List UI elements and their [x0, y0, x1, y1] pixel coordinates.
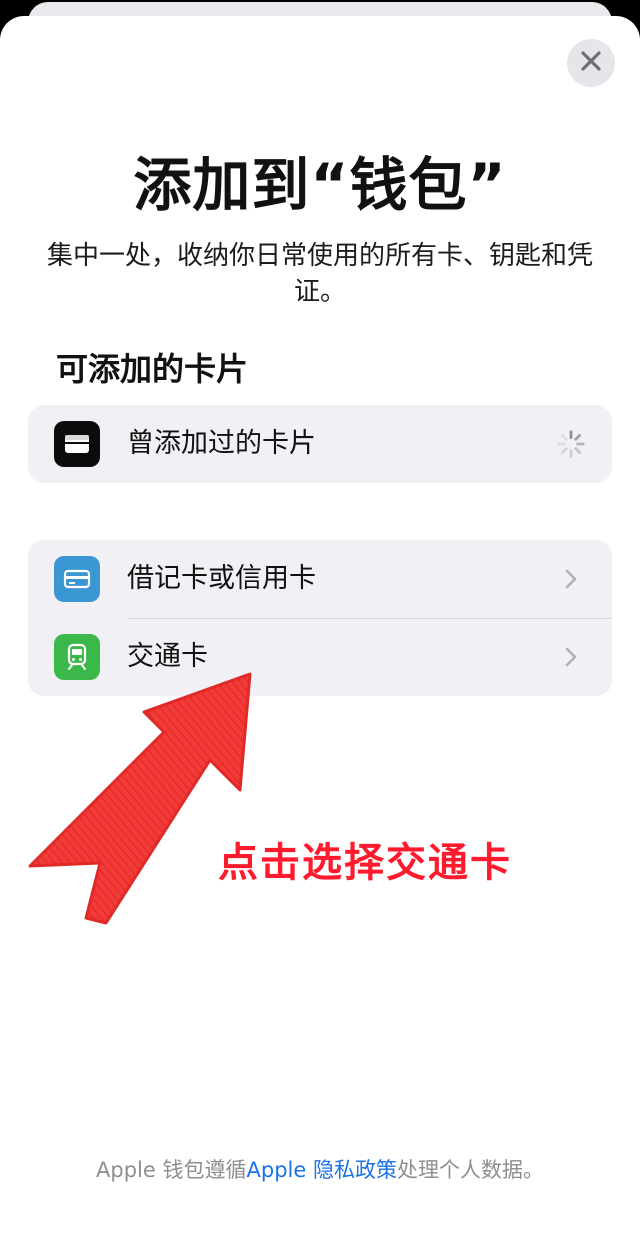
close-button[interactable]	[567, 39, 615, 87]
previous-cards-row[interactable]: 曾添加过的卡片	[28, 405, 612, 483]
footer-prefix: Apple 钱包遵循	[96, 1158, 247, 1182]
loading-spinner-icon	[556, 429, 586, 459]
wallet-icon	[54, 421, 100, 467]
credit-card-icon	[54, 556, 100, 602]
debit-credit-card-row[interactable]: 借记卡或信用卡	[28, 540, 612, 619]
debit-credit-card-label: 借记卡或信用卡	[127, 563, 316, 594]
previous-cards-label: 曾添加过的卡片	[127, 428, 316, 459]
privacy-footer: Apple 钱包遵循Apple 隐私政策处理个人数据。	[0, 1154, 640, 1184]
annotation-arrow-icon	[24, 668, 264, 937]
chevron-right-icon	[556, 564, 586, 594]
xmark-icon	[580, 50, 602, 76]
section-title: 可添加的卡片	[56, 350, 249, 388]
previous-cards-group: 曾添加过的卡片	[28, 405, 612, 483]
page-subtitle: 集中一处，收纳你日常使用的所有卡、钥匙和凭证。	[46, 241, 593, 307]
chevron-right-icon	[556, 642, 586, 672]
page-title: 添加到“钱包”	[133, 151, 507, 219]
privacy-policy-link[interactable]: Apple 隐私政策	[247, 1158, 397, 1182]
footer-suffix: 处理个人数据。	[396, 1158, 544, 1182]
annotation-text: 点击选择交通卡	[218, 840, 512, 886]
